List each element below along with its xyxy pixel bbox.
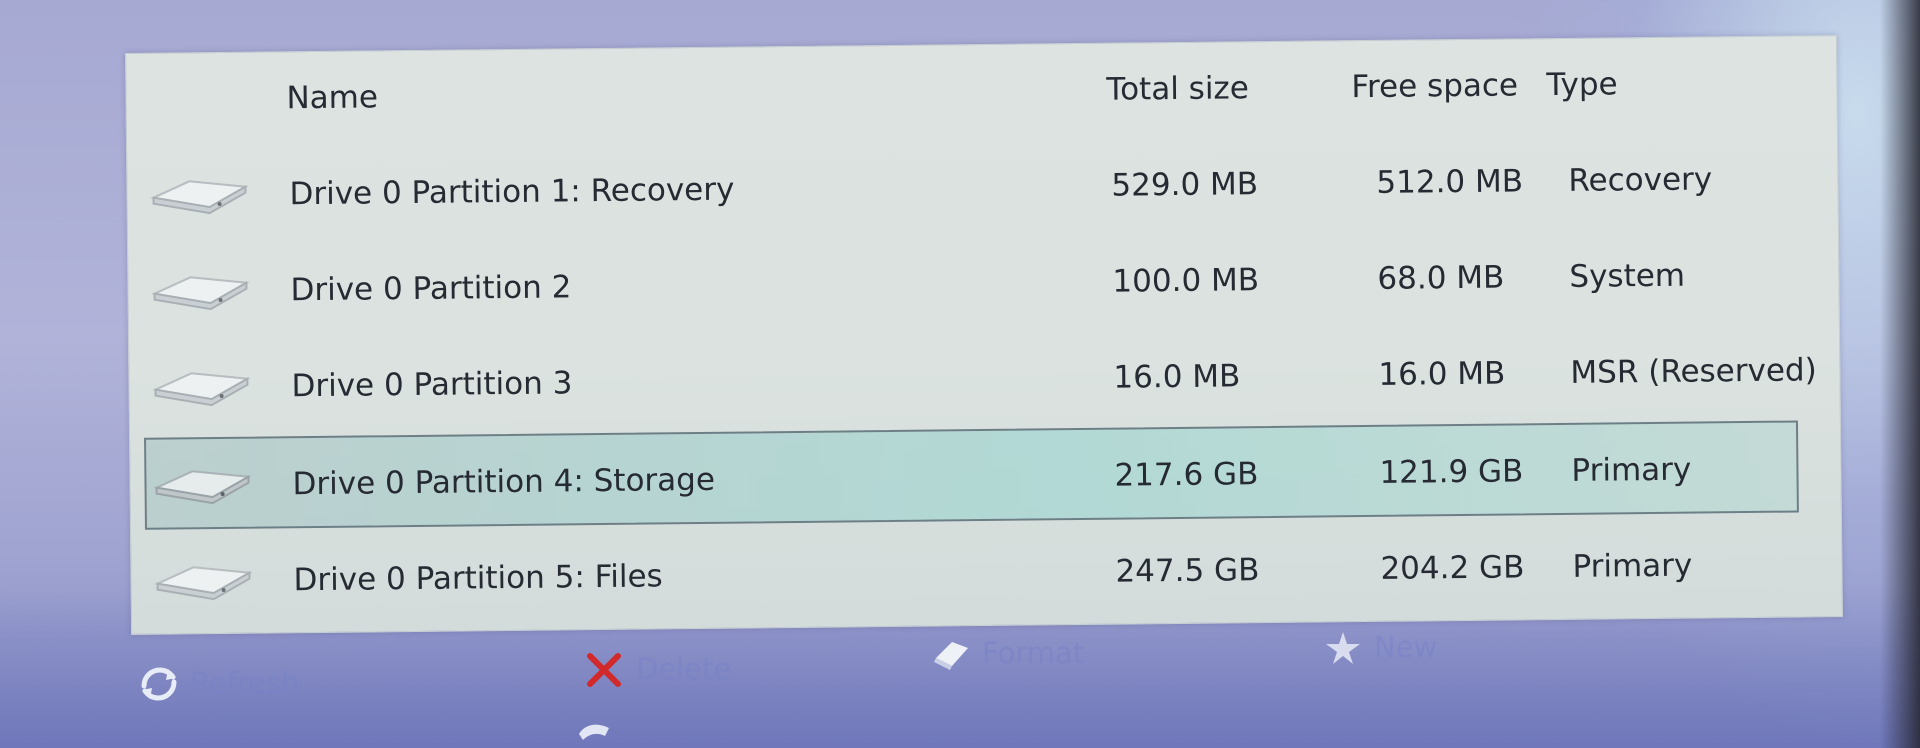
format-label: Format [982, 636, 1085, 670]
partition-rows: Drive 0 Partition 1: Recovery 529.0 MB 5… [127, 130, 1837, 601]
partition-type: Primary [1571, 451, 1692, 489]
partition-name: Drive 0 Partition 3 [291, 365, 573, 405]
partition-free-space: 121.9 GB [1379, 453, 1524, 491]
partition-name: Drive 0 Partition 5: Files [293, 558, 663, 599]
new-label: New [1374, 630, 1438, 664]
partition-total-size: 247.5 GB [1115, 552, 1260, 590]
partition-type: MSR (Reserved) [1570, 352, 1817, 391]
refresh-label: Refresh [190, 666, 300, 700]
column-header-type[interactable]: Type [1546, 66, 1618, 103]
partition-name: Drive 0 Partition 4: Storage [292, 461, 716, 503]
partition-type: Primary [1572, 547, 1693, 585]
partition-row[interactable]: Drive 0 Partition 3 16.0 MB 16.0 MB MSR … [143, 322, 1817, 431]
monitor-bezel [1880, 0, 1920, 748]
partition-row-selected[interactable]: Drive 0 Partition 4: Storage 217.6 GB 12… [144, 420, 1799, 530]
partition-type: System [1569, 257, 1686, 295]
hard-drive-icon [151, 276, 250, 311]
partition-toolbar: Refresh Delete Format New [0, 630, 1920, 748]
column-header-free-space[interactable]: Free space [1351, 67, 1518, 105]
hard-drive-icon [153, 470, 252, 505]
partition-type: Recovery [1568, 161, 1713, 199]
partition-name: Drive 0 Partition 2 [290, 269, 572, 309]
column-header-row: Name Total size Free space Type [126, 54, 1836, 122]
hard-drive-icon [154, 566, 253, 601]
partition-free-space: 512.0 MB [1376, 163, 1524, 201]
partition-name: Drive 0 Partition 1: Recovery [289, 171, 735, 213]
new-button[interactable]: New [1322, 626, 1502, 670]
hard-drive-icon [152, 372, 251, 407]
extend-button[interactable] [575, 712, 695, 748]
hard-drive-icon [150, 180, 249, 215]
extend-icon [579, 724, 609, 740]
delete-x-icon [587, 653, 621, 687]
delete-button[interactable]: Delete [584, 648, 784, 692]
load-driver-button[interactable] [140, 730, 260, 748]
partition-total-size: 16.0 MB [1113, 358, 1241, 396]
refresh-icon [141, 667, 177, 701]
delete-label: Delete [636, 652, 732, 686]
new-star-icon [1326, 632, 1360, 664]
column-header-total-size[interactable]: Total size [1106, 70, 1249, 107]
partition-list: Name Total size Free space Type Drive 0 … [124, 35, 1844, 635]
format-button[interactable]: Format [930, 632, 1150, 676]
partition-row[interactable]: Drive 0 Partition 1: Recovery 529.0 MB 5… [141, 130, 1796, 239]
refresh-button[interactable]: Refresh [138, 662, 378, 706]
partition-free-space: 204.2 GB [1380, 549, 1525, 587]
partition-row[interactable]: Drive 0 Partition 2 100.0 MB 68.0 MB Sys… [142, 226, 1797, 335]
partition-free-space: 68.0 MB [1377, 259, 1505, 297]
partition-row[interactable]: Drive 0 Partition 5: Files 247.5 GB 204.… [145, 516, 1800, 625]
partition-total-size: 100.0 MB [1112, 262, 1260, 300]
load-driver-icon [140, 732, 182, 748]
partition-total-size: 529.0 MB [1111, 166, 1259, 204]
column-header-name[interactable]: Name [286, 79, 378, 116]
partition-free-space: 16.0 MB [1378, 355, 1506, 393]
format-eraser-icon [934, 642, 968, 670]
partition-total-size: 217.6 GB [1114, 456, 1259, 494]
